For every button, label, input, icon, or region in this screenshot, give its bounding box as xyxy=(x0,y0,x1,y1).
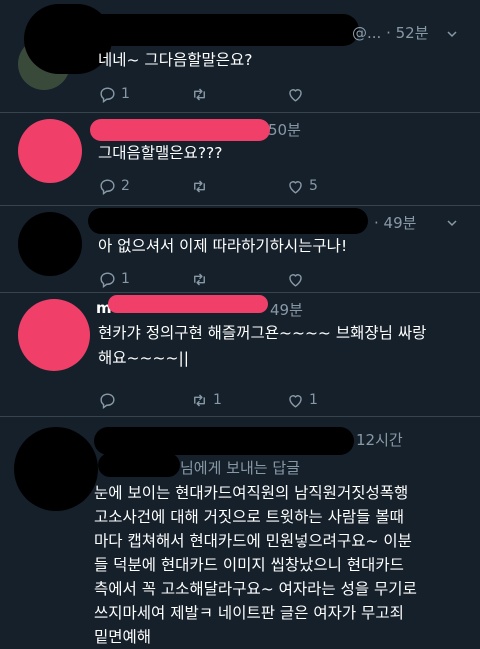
tweet-text: 네네~ 그다음할말은요? xyxy=(98,51,253,69)
reply-count: 1 xyxy=(121,86,130,102)
tweet-5[interactable]: 12시간 님에게 보내는 답글 눈에 보이는 현대카드여직원의 남직원거짓성폭행… xyxy=(0,417,480,646)
avatar[interactable] xyxy=(14,427,98,511)
tweet-text: 아 없으셔서 이제 따라하기하시는구나! xyxy=(98,237,348,255)
username-redaction xyxy=(84,14,359,46)
heart-icon xyxy=(289,394,302,408)
like-count: 5 xyxy=(309,178,318,194)
username-redaction xyxy=(88,208,368,234)
like-button[interactable]: 5 xyxy=(286,174,318,198)
heart-icon xyxy=(289,273,302,287)
reply-to-label[interactable]: 님에게 보내는 답글 xyxy=(180,457,300,478)
reply-count: 1 xyxy=(121,271,130,287)
chevron-down-icon[interactable] xyxy=(447,218,457,228)
avatar[interactable] xyxy=(18,119,82,183)
retweet-icon xyxy=(194,179,205,193)
like-count: 1 xyxy=(309,392,318,408)
avatar[interactable] xyxy=(18,299,90,371)
retweet-icon xyxy=(194,87,205,101)
reply-icon xyxy=(100,392,115,409)
tweet-actions: 1 xyxy=(98,82,398,106)
tweet-actions: 1 1 xyxy=(98,388,398,412)
retweet-button[interactable] xyxy=(190,267,213,291)
retweet-button[interactable]: 1 xyxy=(190,388,222,412)
tweet-actions: 2 5 xyxy=(98,174,398,198)
username-redaction xyxy=(108,295,268,313)
retweet-icon xyxy=(194,393,205,407)
retweet-button[interactable] xyxy=(190,174,213,198)
tweet-text: 그대음할맬은요??? xyxy=(98,144,223,162)
like-button[interactable] xyxy=(286,82,309,106)
retweet-count: 1 xyxy=(213,392,222,408)
reply-button[interactable]: 1 xyxy=(98,82,130,106)
tweet-meta: · 49분 xyxy=(374,214,417,232)
tweet-meta: 50분 xyxy=(268,121,301,139)
tweet-4[interactable]: m 49분 현카갸 정의구현 해즐꺼그욘~~~~ 브홰쟝님 싸랑 해요~~~~|… xyxy=(0,293,480,415)
tweet-text: 눈에 보이는 현대카드여직원의 남직원거짓성폭행 고소사건에 대해 거짓으로 트… xyxy=(94,484,417,646)
retweet-button[interactable] xyxy=(190,82,213,106)
reply-button[interactable]: 1 xyxy=(98,267,130,291)
tweet-meta: 49분 xyxy=(270,301,303,319)
chevron-down-icon[interactable] xyxy=(447,29,457,39)
tweet-1[interactable]: @... · 52분 네네~ 그다음할말은요? 1 xyxy=(0,0,480,112)
tweet-3[interactable]: · 49분 아 없으셔서 이제 따라하기하시는구나! 1 xyxy=(0,206,480,292)
tweet-meta: @... · 52분 xyxy=(352,24,429,42)
reply-icon xyxy=(100,86,115,103)
like-button[interactable]: 1 xyxy=(286,388,318,412)
username-redaction xyxy=(94,427,354,455)
tweet-meta: 12시간 xyxy=(356,431,403,449)
reply-button[interactable]: 2 xyxy=(98,174,130,198)
tweet-2[interactable]: 50분 그대음할맬은요??? 2 5 xyxy=(0,113,480,205)
retweet-icon xyxy=(194,272,205,286)
reply-count: 2 xyxy=(121,178,130,194)
tweet-text: 현카갸 정의구현 해즐꺼그욘~~~~ 브홰쟝님 싸랑 해요~~~~|| xyxy=(98,324,427,367)
reply-button[interactable] xyxy=(98,388,121,412)
reply-to-redaction xyxy=(98,453,180,477)
tweet-actions: 1 xyxy=(98,267,398,291)
reply-icon xyxy=(100,178,115,195)
heart-icon xyxy=(289,180,302,194)
reply-icon xyxy=(100,271,115,288)
heart-icon xyxy=(289,88,302,102)
username-redaction xyxy=(90,119,270,141)
like-button[interactable] xyxy=(286,267,309,291)
avatar[interactable] xyxy=(18,212,82,276)
